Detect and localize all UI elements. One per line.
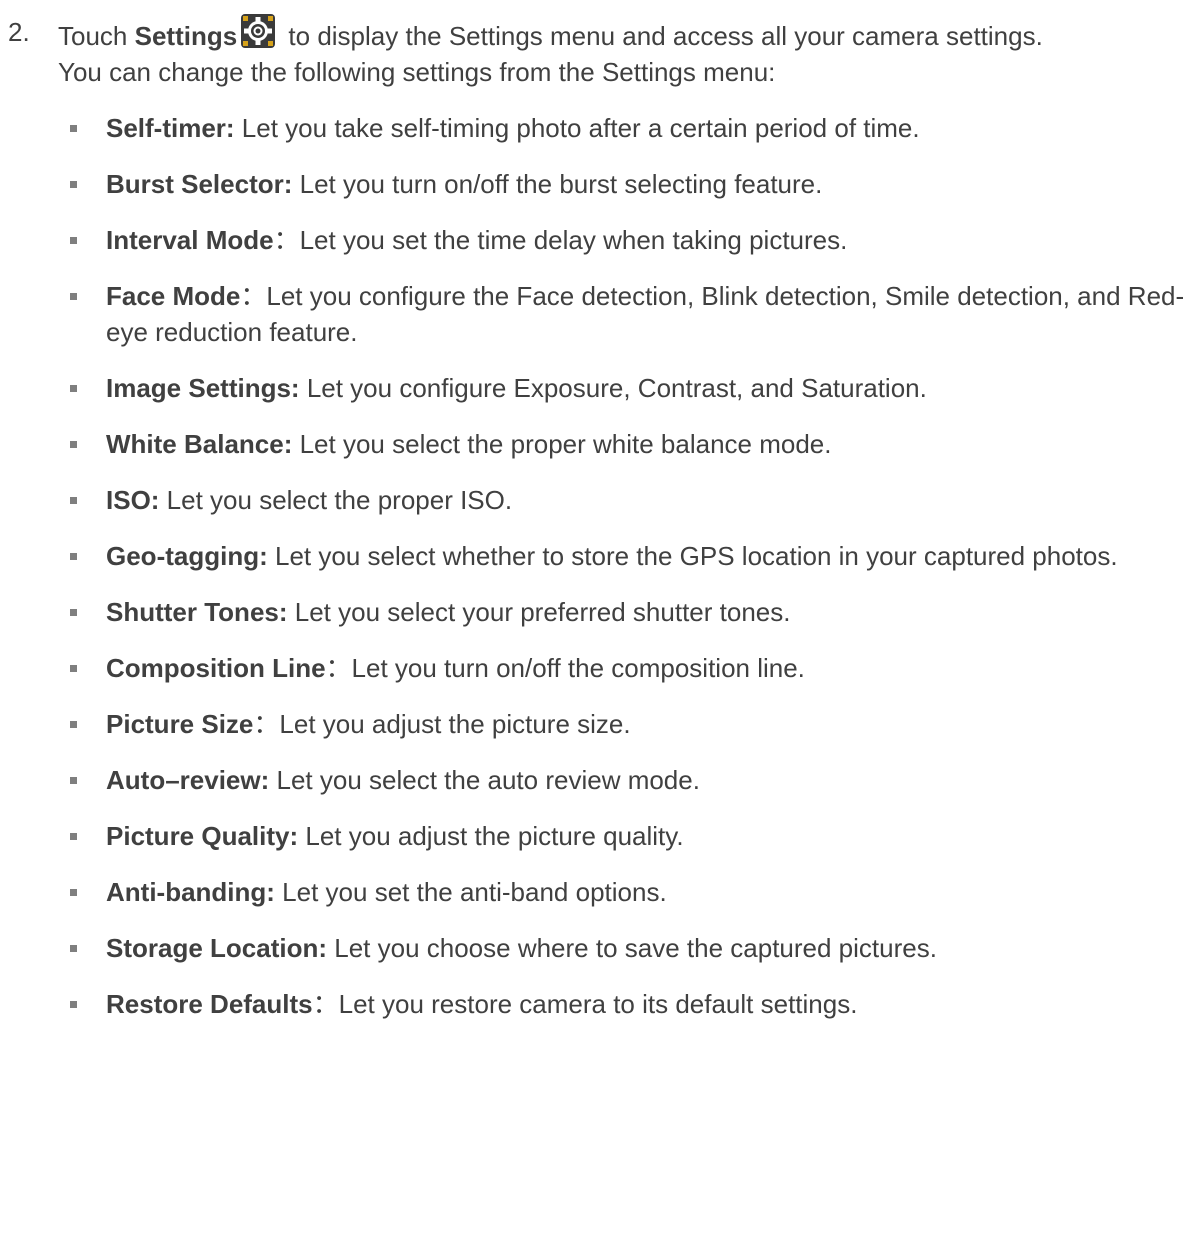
bullet-icon <box>70 609 77 616</box>
list-item: ISO: Let you select the proper ISO. <box>0 482 1199 518</box>
item-term: Restore Defaults <box>106 989 313 1019</box>
item-term: Face Mode <box>106 281 241 311</box>
list-item: Picture Size：Let you adjust the picture … <box>0 706 1199 742</box>
gear-icon <box>241 14 276 48</box>
step-line1-rest: to display the Settings menu and access … <box>281 21 1043 51</box>
bullet-icon <box>70 385 77 392</box>
item-description: Let you configure Exposure, Contrast, an… <box>299 373 927 403</box>
item-description: ：Let you restore camera to its default s… <box>312 989 858 1019</box>
item-term: Storage Location: <box>106 933 328 963</box>
list-item: Auto–review: Let you select the auto rev… <box>0 762 1199 798</box>
item-term: Picture Quality: <box>106 821 299 851</box>
item-term: Auto–review: <box>106 765 270 795</box>
list-item: Burst Selector: Let you turn on/off the … <box>0 166 1199 202</box>
bullet-icon <box>70 237 77 244</box>
bullet-icon <box>70 833 77 840</box>
item-description: Let you turn on/off the burst selecting … <box>292 169 823 199</box>
list-item: Restore Defaults：Let you restore camera … <box>0 986 1199 1022</box>
item-term: Geo-tagging: <box>106 541 268 571</box>
list-item: White Balance: Let you select the proper… <box>0 426 1199 462</box>
item-description: Let you select whether to store the GPS … <box>267 541 1118 571</box>
list-item: Geo-tagging: Let you select whether to s… <box>0 538 1199 574</box>
settings-label: Settings <box>134 21 238 51</box>
bullet-icon <box>70 889 77 896</box>
step-text: Touch Settings to display the Settings m… <box>58 14 1191 90</box>
list-item: Interval Mode：Let you set the time delay… <box>0 222 1199 258</box>
item-description: Let you choose where to save the capture… <box>327 933 937 963</box>
item-term: ISO: <box>106 485 160 515</box>
list-item: Composition Line：Let you turn on/off the… <box>0 650 1199 686</box>
item-term: Picture Size <box>106 709 254 739</box>
bullet-icon <box>70 777 77 784</box>
list-item: Anti-banding: Let you set the anti-band … <box>0 874 1199 910</box>
item-term: Composition Line <box>106 653 326 683</box>
item-term: Anti-banding: <box>106 877 275 907</box>
item-term: Image Settings: <box>106 373 300 403</box>
item-description: ：Let you configure the Face detection, B… <box>106 281 1185 347</box>
item-term: Burst Selector: <box>106 169 293 199</box>
step-2: 2. Touch Settings to display the Setting… <box>0 14 1199 90</box>
bullet-icon <box>70 945 77 952</box>
item-term: Shutter Tones: <box>106 597 288 627</box>
document-page: 2. Touch Settings to display the Setting… <box>0 0 1199 1252</box>
item-description: Let you adjust the picture quality. <box>298 821 684 851</box>
item-description: Let you select the proper white balance … <box>292 429 832 459</box>
item-description: ：Let you adjust the picture size. <box>253 709 631 739</box>
bullet-icon <box>70 497 77 504</box>
item-description: ：Let you turn on/off the composition lin… <box>325 653 805 683</box>
item-description: Let you set the anti-band options. <box>274 877 667 907</box>
list-item: Self-timer: Let you take self-timing pho… <box>0 110 1199 146</box>
step-number: 2. <box>8 17 30 47</box>
item-term: Interval Mode <box>106 225 274 255</box>
item-term: Self-timer: <box>106 113 235 143</box>
settings-list: Self-timer: Let you take self-timing pho… <box>0 110 1199 1022</box>
step-line2: You can change the following settings fr… <box>58 57 776 87</box>
bullet-icon <box>70 553 77 560</box>
bullet-icon <box>70 293 77 300</box>
bullet-icon <box>70 441 77 448</box>
item-description: Let you select your preferred shutter to… <box>287 597 791 627</box>
item-term: White Balance: <box>106 429 293 459</box>
bullet-icon <box>70 181 77 188</box>
step-prefix: Touch <box>58 21 135 51</box>
item-description: Let you select the auto review mode. <box>269 765 700 795</box>
item-description: ：Let you set the time delay when taking … <box>273 225 848 255</box>
list-item: Picture Quality: Let you adjust the pict… <box>0 818 1199 854</box>
bullet-icon <box>70 665 77 672</box>
list-item: Image Settings: Let you configure Exposu… <box>0 370 1199 406</box>
bullet-icon <box>70 125 77 132</box>
item-description: Let you take self-timing photo after a c… <box>234 113 920 143</box>
item-description: Let you select the proper ISO. <box>159 485 513 515</box>
bullet-icon <box>70 1001 77 1008</box>
list-item: Face Mode：Let you configure the Face det… <box>0 278 1199 350</box>
bullet-icon <box>70 721 77 728</box>
list-item: Shutter Tones: Let you select your prefe… <box>0 594 1199 630</box>
list-item: Storage Location: Let you choose where t… <box>0 930 1199 966</box>
